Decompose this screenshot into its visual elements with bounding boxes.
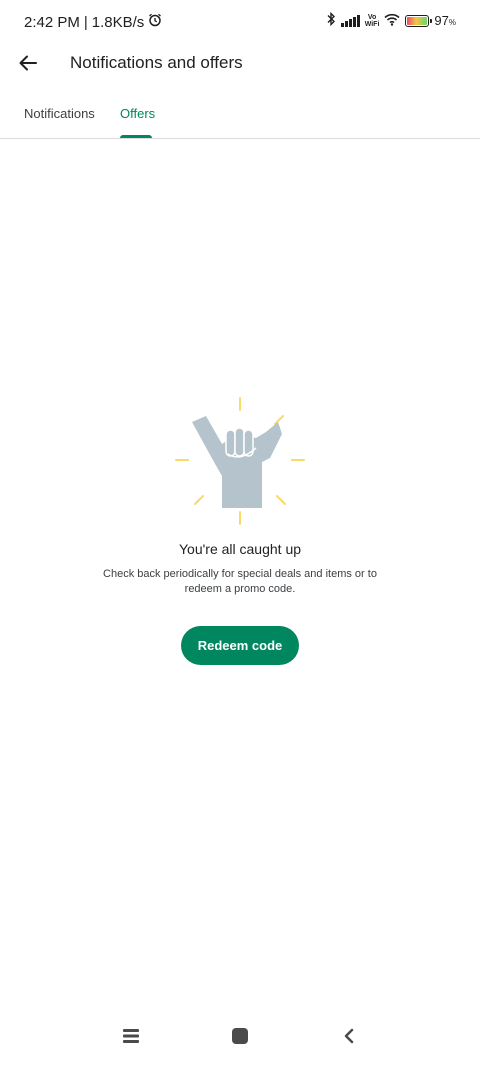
page-title: Notifications and offers (70, 53, 243, 72)
app-bar: Notifications and offers (0, 46, 480, 80)
battery-percent-value: 97 (434, 13, 449, 28)
tab-notifications[interactable]: Notifications (24, 106, 95, 121)
status-right: Vo WiFi 97% (326, 11, 456, 29)
system-nav-bar (0, 1007, 480, 1067)
menu-icon (123, 1029, 139, 1043)
hand-shape (192, 416, 282, 508)
bluetooth-icon (326, 11, 336, 29)
empty-state-description: Check back periodically for special deal… (103, 568, 377, 595)
shaka-hand-illustration (175, 397, 305, 525)
status-left: 2:42 PM | 1.8KB/s (24, 13, 162, 31)
battery-icon (405, 14, 433, 27)
empty-state-title: You're all caught up (178, 541, 302, 557)
signal-icon (341, 14, 360, 27)
status-bar: 2:42 PM | 1.8KB/s Vo WiFi 97% (0, 0, 480, 46)
nav-home-button[interactable] (226, 1024, 254, 1048)
battery-percent: 97% (434, 13, 456, 28)
arrow-back-icon (19, 55, 37, 71)
back-icon (344, 1028, 354, 1044)
status-separator: | (83, 13, 88, 31)
battery-percent-unit: % (448, 18, 456, 27)
tab-bar: Notifications Offers (0, 96, 480, 139)
wifi-icon (384, 13, 400, 29)
status-time: 2:42 PM (24, 13, 80, 31)
screen: 2:42 PM | 1.8KB/s Vo WiFi 97% Notificati… (0, 0, 480, 1067)
nav-menu-button[interactable] (117, 1024, 145, 1048)
tab-selected-indicator (120, 135, 152, 138)
battery-fill (407, 16, 427, 25)
tab-offers[interactable]: Offers (120, 106, 155, 121)
back-button[interactable] (14, 49, 42, 77)
network-speed: 1.8KB/s (91, 13, 145, 31)
vowifi-top-label: Vo (367, 13, 377, 21)
nav-back-button[interactable] (335, 1024, 363, 1048)
vowifi-bottom-label: WiFi (364, 20, 380, 28)
alarm-icon (148, 13, 162, 31)
vowifi-icon: Vo WiFi (365, 14, 380, 28)
home-icon (232, 1028, 248, 1044)
redeem-code-button[interactable]: Redeem code (181, 626, 299, 665)
